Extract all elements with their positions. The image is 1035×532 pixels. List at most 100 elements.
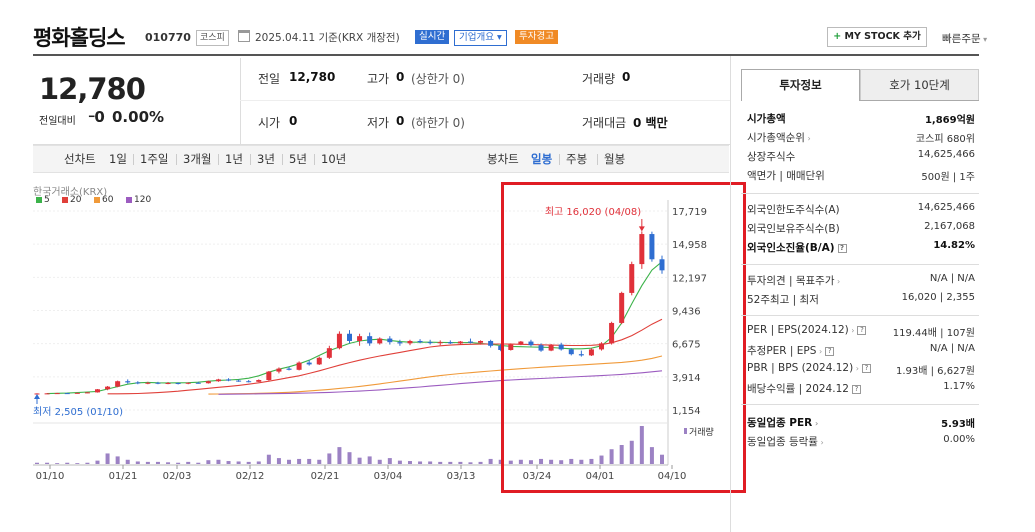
invest-label: 상장주식수 [747, 149, 795, 164]
volume-bar [458, 461, 463, 464]
volume-bar [145, 461, 150, 464]
candle-body [427, 342, 433, 344]
x-tick-label: 03/13 [447, 471, 476, 482]
chevron-right-icon: › [816, 347, 823, 356]
candle-body [54, 393, 60, 395]
invest-label-text: 상장주식수 [747, 151, 796, 163]
candle-body [145, 382, 151, 384]
invest-value: 1,869억원 [924, 115, 975, 126]
candle-body [286, 368, 292, 370]
invest-value: 119.44배 | 107원 [892, 328, 975, 339]
volume-bar [176, 462, 181, 464]
candle-body [296, 362, 302, 370]
candle-body [377, 338, 383, 344]
invest-label-text: 배당수익률 | 2024.12 [747, 383, 849, 395]
invest-label[interactable]: PBR | BPS (2024.12) ›? [747, 362, 871, 374]
x-tick-label: 01/10 [36, 471, 65, 482]
volume-bar [246, 461, 251, 464]
add-mystock-button[interactable]: + MY STOCK 추가 [827, 27, 927, 47]
candle-body [185, 382, 191, 384]
candle-body [276, 368, 282, 372]
volume-bar [125, 459, 130, 464]
volume-bar [45, 462, 50, 464]
invest-label[interactable]: 시가총액순위 › [747, 130, 811, 145]
candle-body [115, 381, 121, 387]
help-icon[interactable]: ? [825, 346, 835, 356]
chevron-right-icon: › [848, 326, 855, 335]
help-icon[interactable]: ? [837, 243, 847, 253]
invest-value: N/A | N/A [929, 273, 975, 284]
volume-bar [317, 459, 322, 464]
help-icon[interactable]: ? [861, 363, 871, 373]
chevron-right-icon: › [834, 277, 841, 286]
tab-hoga-10[interactable]: 호가 10단계 [860, 69, 979, 101]
candle-body [125, 381, 131, 383]
tab-invest-info[interactable]: 투자정보 [741, 69, 860, 101]
volume-bar [488, 458, 493, 464]
panel-divider [730, 56, 731, 532]
add-mystock-label: MY STOCK 추가 [844, 31, 921, 42]
section-divider [741, 315, 979, 316]
candle-body [467, 341, 473, 343]
candle-body [256, 380, 262, 382]
invest-label[interactable]: PER | EPS(2024.12) ›? [747, 324, 867, 336]
invest-label[interactable]: 투자의견 | 목표주가 › [747, 273, 840, 288]
volume-bar [216, 459, 221, 464]
volume-bar [186, 461, 191, 464]
volume-bar [347, 452, 352, 464]
volume-bar [75, 463, 80, 464]
volume-bar [297, 458, 302, 464]
candle-body [74, 392, 80, 394]
invest-value: 14,625,466 [917, 202, 975, 213]
volume-bar [357, 457, 362, 464]
candle-body [347, 333, 352, 341]
quick-order-dropdown[interactable]: 빠른주문 ▾ [942, 31, 987, 46]
volume-bar [35, 462, 39, 464]
invest-label-text: 투자의견 | 목표주가 [747, 275, 835, 287]
volume-bar [418, 461, 423, 464]
volume-bar [428, 461, 433, 464]
candle-body [457, 341, 463, 344]
candle-body [226, 379, 232, 381]
volume-bar [448, 461, 453, 464]
invest-value: 2,167,068 [924, 221, 975, 232]
invest-label-text: 동일업종 PER [747, 417, 813, 429]
invest-label: 외국인보유주식수(B) [747, 221, 840, 236]
quick-order-label: 빠른주문 [942, 33, 981, 45]
volume-bar [397, 460, 402, 464]
volume-bar [95, 460, 100, 464]
candle-body [357, 336, 363, 341]
candle-body [488, 340, 494, 346]
volume-bar [307, 458, 312, 464]
x-tick-label: 02/21 [311, 471, 340, 482]
highlight-box [501, 182, 746, 493]
invest-label[interactable]: 동일업종 등락률 › [747, 434, 824, 449]
volume-bar [135, 461, 140, 464]
candle-body [397, 342, 403, 344]
volume-bar [327, 453, 332, 464]
volume-bar [166, 462, 171, 464]
x-tick-label: 01/21 [109, 471, 138, 482]
invest-label[interactable]: 추정PER | EPS ›? [747, 343, 835, 358]
invest-label-text: 외국인보유주식수(B) [747, 223, 840, 235]
chevron-right-icon: › [817, 438, 824, 447]
volume-bar [377, 459, 382, 464]
invest-label-text: 액면가 | 매매단위 [747, 170, 825, 182]
invest-label: 외국인한도주식수(A) [747, 202, 840, 217]
invest-label-text: 외국인한도주식수(A) [747, 204, 840, 216]
candle-body [64, 393, 70, 395]
volume-bar [155, 461, 160, 464]
candle-body [236, 380, 242, 382]
invest-label-text: PBR | BPS (2024.12) [747, 362, 854, 374]
volume-bar [287, 459, 292, 464]
invest-label: 52주최고 | 최저 [747, 292, 819, 307]
candle-body [447, 342, 453, 344]
invest-value: 5.93배 [941, 419, 975, 430]
help-icon[interactable]: ? [857, 325, 867, 335]
chevron-right-icon: › [812, 419, 819, 428]
candle-body [205, 381, 211, 384]
invest-value: N/A | N/A [929, 343, 975, 354]
help-icon[interactable]: ? [851, 384, 861, 394]
invest-label[interactable]: 동일업종 PER › [747, 415, 818, 430]
invest-label: 시가총액 [747, 111, 786, 126]
